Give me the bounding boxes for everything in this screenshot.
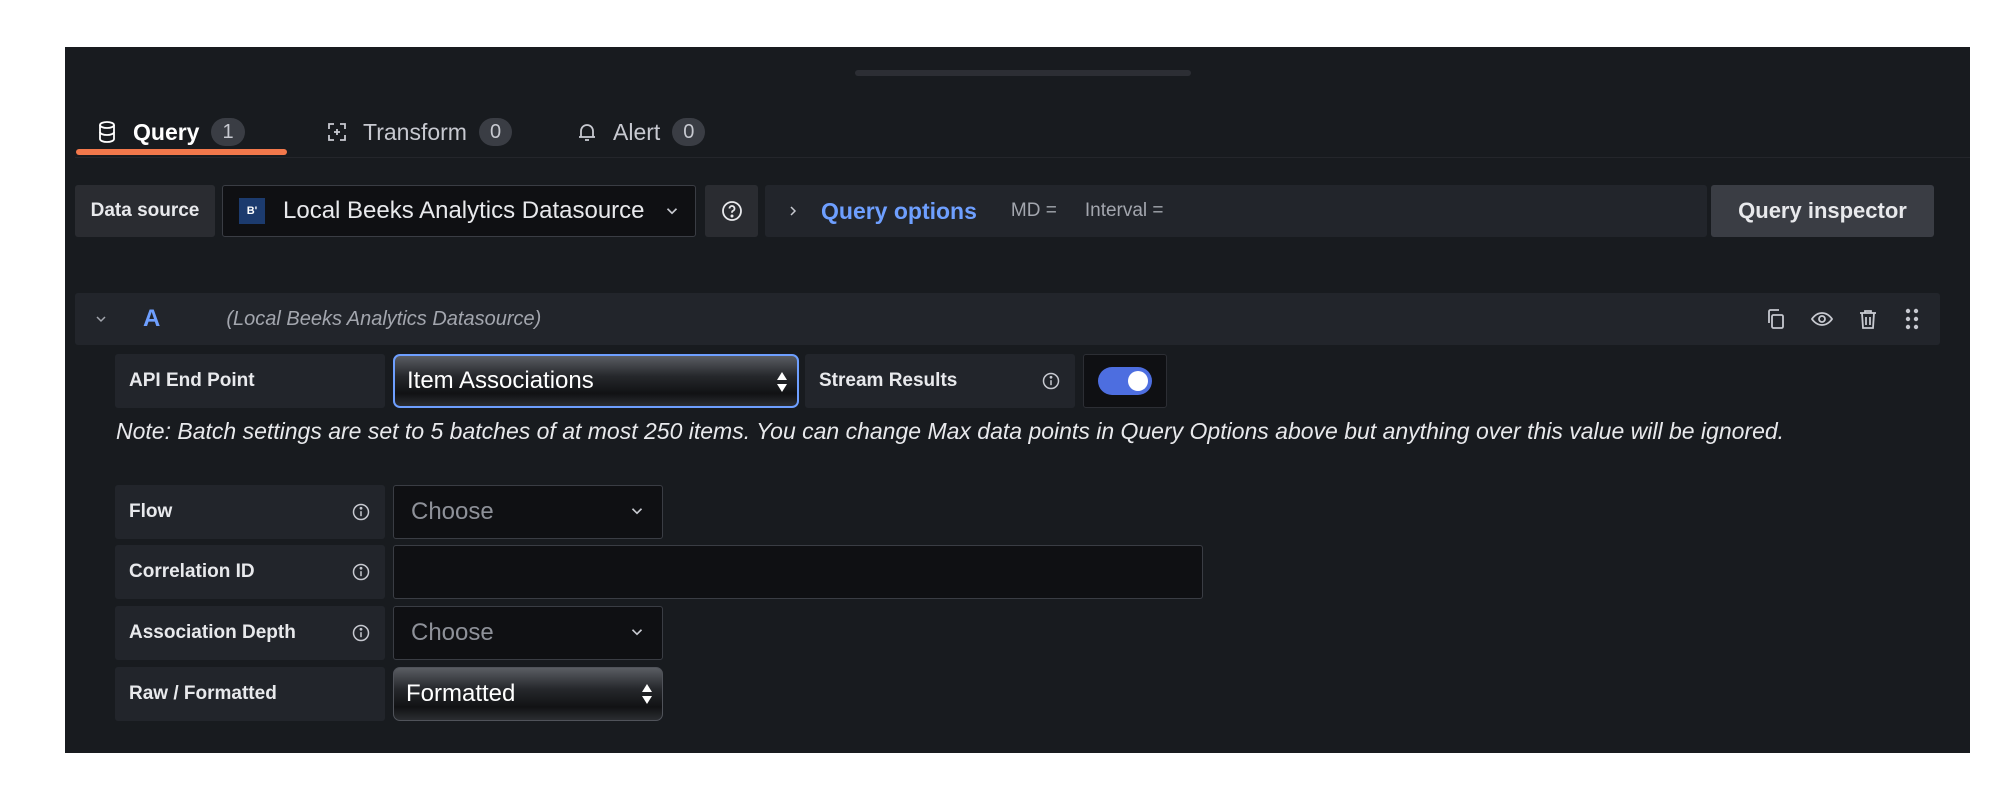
raw-formatted-label: Raw / Formatted [115, 667, 385, 721]
query-row-actions [1764, 293, 1922, 345]
stream-results-toggle-container [1083, 354, 1167, 408]
tab-transform-label: Transform [363, 118, 467, 145]
datasource-logo: B' [239, 198, 265, 224]
raw-formatted-label-text: Raw / Formatted [129, 683, 277, 704]
raw-formatted-select-value: Formatted [406, 680, 516, 707]
tab-query-label: Query [133, 118, 200, 145]
bell-icon [575, 120, 599, 144]
eye-icon[interactable] [1810, 307, 1834, 331]
info-icon[interactable] [1041, 371, 1061, 391]
api-endpoint-label: API End Point [115, 354, 385, 408]
stream-results-label: Stream Results [805, 354, 1075, 408]
datasource-label: Data source [75, 185, 215, 237]
help-circle-icon [720, 199, 744, 223]
association-depth-label: Association Depth [115, 606, 385, 660]
association-depth-select[interactable]: Choose [393, 606, 663, 660]
active-tab-indicator [76, 149, 287, 155]
chevron-down-icon [663, 202, 681, 220]
query-inspector-button[interactable]: Query inspector [1711, 185, 1934, 237]
correlation-id-input[interactable] [393, 545, 1203, 599]
panel-resize-handle[interactable] [855, 70, 1191, 76]
tab-query-count: 1 [211, 118, 245, 146]
chevron-down-icon [628, 502, 646, 520]
tab-alert-count: 0 [672, 118, 706, 146]
batch-settings-note: Note: Batch settings are set to 5 batche… [116, 418, 1785, 444]
datasource-picker-value: Local Beeks Analytics Datasource [283, 197, 645, 224]
correlation-id-label: Correlation ID [115, 545, 385, 599]
query-options-title: Query options [821, 197, 977, 224]
interval-label: Interval = [1084, 200, 1164, 221]
select-arrows-icon [640, 682, 654, 706]
association-depth-label-text: Association Depth [129, 622, 296, 643]
api-endpoint-label-text: API End Point [129, 370, 255, 391]
max-data-points-label: MD = [1010, 200, 1057, 221]
association-depth-select-placeholder: Choose [411, 619, 494, 646]
flow-label-text: Flow [129, 501, 173, 522]
stream-results-label-text: Stream Results [819, 370, 958, 391]
tab-transform[interactable]: Transform 0 [325, 107, 513, 157]
chevron-down-icon [628, 623, 646, 641]
chevron-right-icon [785, 203, 801, 219]
info-icon[interactable] [351, 623, 371, 643]
info-icon[interactable] [351, 502, 371, 522]
stream-results-toggle[interactable] [1098, 367, 1152, 395]
database-icon [95, 120, 119, 144]
correlation-id-label-text: Correlation ID [129, 561, 255, 582]
select-arrows-icon [775, 370, 789, 394]
transform-icon [325, 120, 349, 144]
api-endpoint-select[interactable]: Item Associations [393, 354, 799, 408]
query-editor-panel: Query 1 Transform 0 Alert 0 Data source … [65, 47, 1970, 753]
query-row-header: A (Local Beeks Analytics Datasource) [75, 293, 1940, 345]
api-endpoint-select-value: Item Associations [407, 367, 594, 394]
duplicate-query-icon[interactable] [1764, 307, 1788, 331]
tab-transform-count: 0 [478, 118, 513, 146]
datasource-picker[interactable]: B' Local Beeks Analytics Datasource [222, 185, 696, 237]
editor-tabs: Query 1 Transform 0 Alert 0 [75, 107, 1970, 158]
datasource-help-button[interactable] [705, 185, 758, 237]
tab-alert-label: Alert [613, 118, 661, 145]
flow-select[interactable]: Choose [393, 485, 663, 539]
drag-handle-icon[interactable] [1902, 307, 1922, 331]
info-icon[interactable] [351, 562, 371, 582]
query-ref-id[interactable]: A [143, 305, 160, 333]
query-datasource-name: (Local Beeks Analytics Datasource) [226, 307, 542, 330]
tab-alert[interactable]: Alert 0 [575, 107, 706, 157]
trash-icon[interactable] [1856, 307, 1880, 331]
flow-select-placeholder: Choose [411, 498, 494, 525]
flow-label: Flow [115, 485, 385, 539]
query-options-toggle[interactable]: Query options MD = Interval = [765, 185, 1707, 237]
collapse-chevron-icon[interactable] [93, 311, 109, 327]
raw-formatted-select[interactable]: Formatted [393, 667, 663, 721]
